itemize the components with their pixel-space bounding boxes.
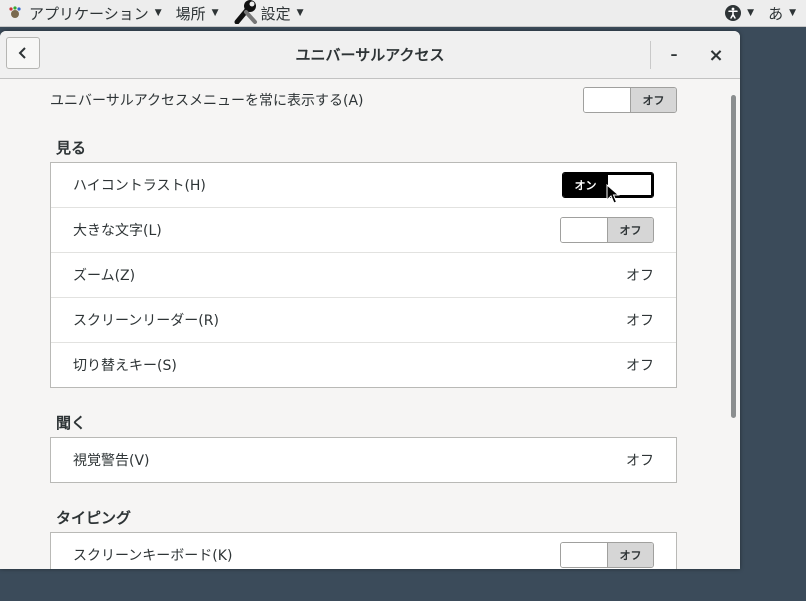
header-bar: ユニバーサルアクセス – × [0,31,740,79]
large-text-label: 大きな文字(L) [73,223,162,239]
typing-list: スクリーンキーボード(K) オフ [50,532,677,569]
chevron-down-icon: ▼ [296,8,304,18]
list-item-high-contrast[interactable]: ハイコントラスト(H) オン [51,163,676,208]
gnome-foot-icon [9,6,21,18]
window-title: ユニバーサルアクセス [295,46,445,64]
zoom-label: ズーム(Z) [73,268,136,284]
always-show-switch[interactable]: オフ [583,87,677,113]
scrollbar[interactable] [731,95,736,418]
visual-alerts-value: オフ [626,453,654,469]
settings-content: ユニバーサルアクセスメニューを常に表示する(A) オフ 見る ハイコントラスト(… [0,79,740,569]
minimize-icon: – [670,47,678,63]
applications-menu[interactable]: アプリケーション ▼ [0,0,169,27]
toggle-keys-value: オフ [626,358,654,374]
screen-keyboard-switch[interactable]: オフ [560,542,654,568]
chevron-down-icon: ▼ [789,8,796,18]
applications-label: アプリケーション [29,4,149,23]
toggle-keys-label: 切り替えキー(S) [73,358,177,374]
list-item-zoom[interactable]: ズーム(Z) オフ [51,253,676,298]
switch-knob [561,543,607,567]
top-bar: アプリケーション ▼ 場所 ▼ 設定 ▼ ▼ あ ▼ [0,0,806,27]
screen-reader-value: オフ [626,313,654,329]
universal-access-window: ユニバーサルアクセス – × ユニバーサルアクセスメニューを常に表示する(A) … [0,31,740,569]
switch-state-label: オン [563,173,608,197]
minimize-button[interactable]: – [662,43,686,67]
screen-reader-label: スクリーンリーダー(R) [73,313,219,329]
always-show-label: ユニバーサルアクセスメニューを常に表示する(A) [50,93,364,109]
high-contrast-label: ハイコントラスト(H) [73,178,206,194]
header-separator [650,41,651,69]
large-text-switch[interactable]: オフ [560,217,654,243]
chevron-down-icon: ▼ [211,8,219,18]
places-label: 場所 [175,4,206,23]
switch-state-label: オフ [607,218,653,242]
section-title-typing: タイピング [56,509,132,527]
chevron-down-icon: ▼ [154,8,162,18]
screen-keyboard-label: スクリーンキーボード(K) [73,548,233,564]
switch-knob [561,218,607,242]
switch-state-label: オフ [630,88,676,112]
chevron-down-icon: ▼ [747,8,755,18]
accessibility-menu[interactable]: ▼ [718,0,761,27]
list-item-large-text[interactable]: 大きな文字(L) オフ [51,208,676,253]
seeing-list: ハイコントラスト(H) オン 大きな文字(L) オフ ズーム(Z) オフ スクリ… [50,162,677,388]
input-method-label: あ [768,4,784,23]
list-item-toggle-keys[interactable]: 切り替えキー(S) オフ [51,343,676,387]
section-title-seeing: 見る [56,139,87,157]
close-icon: × [708,44,724,66]
places-menu[interactable]: 場所 ▼ [169,0,226,27]
hearing-list: 視覚警告(V) オフ [50,437,677,483]
list-item-visual-alerts[interactable]: 視覚警告(V) オフ [51,438,676,482]
wrench-icon [234,0,257,24]
settings-app-menu[interactable]: 設定 ▼ [226,0,311,27]
always-show-row[interactable]: ユニバーサルアクセスメニューを常に表示する(A) オフ [50,83,677,117]
close-button[interactable]: × [704,43,728,67]
accessibility-icon [725,5,742,21]
zoom-value: オフ [626,268,654,284]
switch-knob [584,88,630,112]
mouse-pointer-icon [606,184,620,204]
switch-state-label: オフ [607,543,653,567]
section-title-hearing: 聞く [56,414,87,432]
visual-alerts-label: 視覚警告(V) [73,453,150,469]
input-method-menu[interactable]: あ ▼ [761,0,806,27]
settings-label: 設定 [260,4,291,23]
list-item-screen-keyboard[interactable]: スクリーンキーボード(K) オフ [51,533,676,569]
list-item-screen-reader[interactable]: スクリーンリーダー(R) オフ [51,298,676,343]
